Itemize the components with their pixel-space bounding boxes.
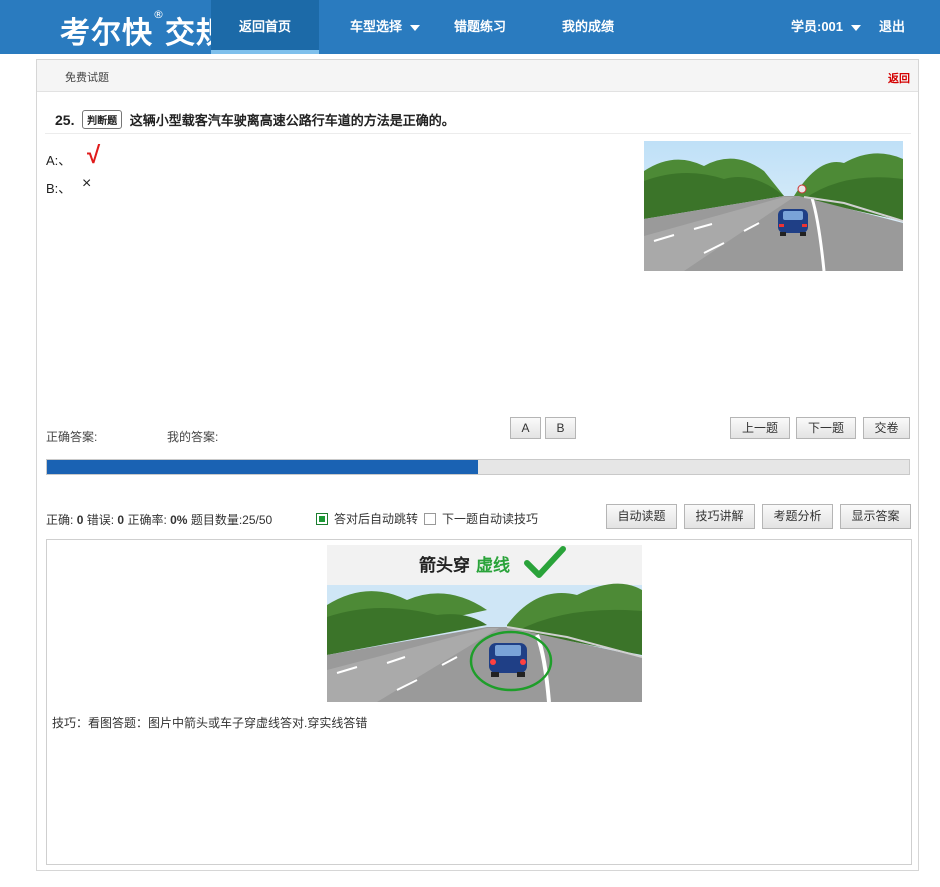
user-menu[interactable]: 学员:001 [782, 0, 870, 54]
auto-jump-label: 答对后自动跳转 [334, 512, 419, 526]
skill-explain-button[interactable]: 技巧讲解 [684, 504, 755, 529]
question-count: 题目数量:25/50 [190, 513, 273, 527]
user-label: 学员:001 [790, 19, 844, 34]
option-b[interactable]: B:、 [46, 178, 71, 197]
check-icon: √ [87, 142, 101, 169]
correct-count-label: 正确: [46, 513, 74, 527]
show-answer-button[interactable]: 显示答案 [840, 504, 911, 529]
answer-b-button[interactable]: B [545, 417, 576, 439]
correct-count: 0 [76, 513, 84, 527]
previous-question-button[interactable]: 上一题 [730, 417, 790, 439]
next-question-button[interactable]: 下一题 [796, 417, 856, 439]
checkbox-checked-icon[interactable] [316, 513, 328, 525]
app-logo[interactable]: 考尔快®交规 [60, 8, 227, 51]
auto-jump-toggle[interactable]: 答对后自动跳转 [316, 510, 418, 527]
nav-score-label: 我的成绩 [561, 19, 614, 34]
nav-home[interactable]: 返回首页 [211, 0, 319, 54]
logo-registered-mark: ® [153, 8, 165, 21]
answer-a-button[interactable]: A [510, 417, 541, 439]
back-link[interactable]: 返回 [888, 70, 910, 86]
nav-wrong-label: 错题练习 [453, 19, 506, 34]
tip-image: 箭头穿 虚线 [327, 545, 642, 702]
question-type-badge: 判断题 [82, 110, 123, 129]
top-navigation-bar: 考尔快®交规 返回首页 车型选择 错题练习 我的成绩 学员:001 退出 [0, 0, 940, 54]
panel-header: 免费试题 返回 [37, 60, 918, 92]
auto-read-skill-label: 下一题自动读技巧 [442, 512, 539, 526]
tip-panel: 箭头穿 虚线 技巧：看图答题：图片中箭头或车子穿虚线答对.穿实线答错 [46, 539, 912, 865]
wrong-count: 0 [117, 513, 125, 527]
score-stats: 正确: 0 错误: 0 正确率: 0% 题目数量:25/50 [46, 511, 272, 528]
car [489, 643, 527, 677]
exam-panel: 免费试题 返回 25. 判断题 这辆小型载客汽车驶离高速公路行车道的方法是正确的… [36, 59, 919, 871]
nav-model-label: 车型选择 [349, 19, 402, 34]
nav-wrong-practice[interactable]: 错题练习 [440, 0, 520, 54]
my-answer-label: 我的答案: [167, 430, 219, 444]
divider [45, 133, 911, 134]
option-b-label: B:、 [46, 181, 72, 196]
question-stem: 25. 判断题 这辆小型载客汽车驶离高速公路行车道的方法是正确的。 [55, 110, 455, 129]
correct-answer-label: 正确答案: [46, 430, 98, 444]
chevron-down-icon [851, 24, 862, 31]
auto-read-button[interactable]: 自动读题 [606, 504, 677, 529]
tip-image-title-highlight: 虚线 [476, 555, 510, 576]
submit-exam-button[interactable]: 交卷 [863, 417, 910, 439]
nav-model-select[interactable]: 车型选择 [330, 0, 440, 54]
accuracy-label: 正确率: [127, 513, 167, 527]
cross-icon: × [82, 175, 92, 192]
question-text: 这辆小型载客汽车驶离高速公路行车道的方法是正确的。 [129, 113, 455, 128]
logout-label: 退出 [878, 19, 905, 34]
auto-read-skill-toggle[interactable]: 下一题自动读技巧 [424, 510, 538, 527]
tip-text: 技巧：看图答题：图片中箭头或车子穿虚线答对.穿实线答错 [52, 716, 368, 730]
question-number: 25. [55, 112, 75, 128]
panel-title: 免费试题 [65, 72, 109, 84]
option-a[interactable]: A:、 [46, 150, 71, 169]
option-a-label: A:、 [46, 153, 72, 168]
question-image [644, 141, 903, 271]
nav-home-label: 返回首页 [238, 19, 291, 34]
question-analysis-button[interactable]: 考题分析 [762, 504, 833, 529]
logo-text: 考尔快 [60, 16, 153, 51]
checkbox-unchecked-icon[interactable] [424, 513, 436, 525]
car [778, 209, 808, 236]
chevron-down-icon [410, 24, 420, 31]
logout-link[interactable]: 退出 [872, 0, 912, 54]
progress-bar [46, 459, 910, 475]
nav-my-score[interactable]: 我的成绩 [548, 0, 628, 54]
tip-image-title: 箭头穿 [419, 555, 470, 576]
progress-fill [47, 460, 478, 474]
accuracy-value: 0% [170, 513, 188, 527]
wrong-count-label: 错误: [86, 513, 115, 527]
